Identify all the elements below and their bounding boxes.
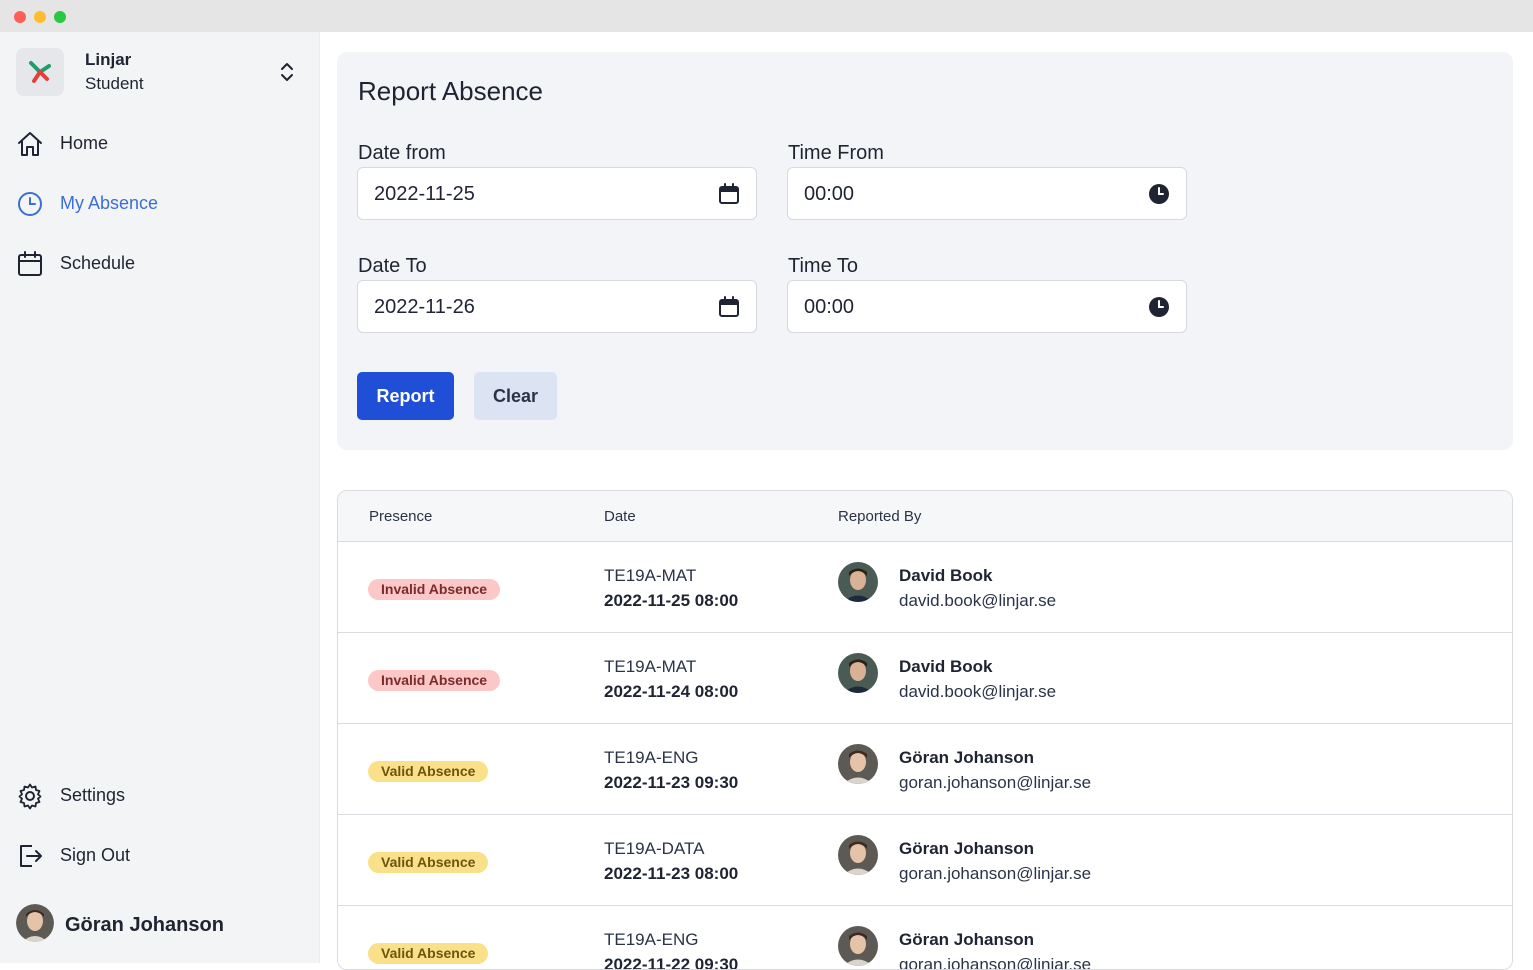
status-badge: Valid Absence: [368, 761, 489, 782]
time-to-value: 00:00: [804, 296, 855, 318]
table-row[interactable]: Invalid Absence TE19A-MAT 2022-11-25 08:…: [338, 542, 1512, 633]
reporter-name: David Book: [899, 566, 993, 585]
time-from-field[interactable]: 00:00: [787, 167, 1187, 220]
clock-icon[interactable]: [1148, 183, 1170, 205]
absence-datetime: 2022-11-23 08:00: [604, 864, 739, 883]
sign-out-icon: [20, 845, 42, 867]
clear-button[interactable]: Clear: [474, 372, 557, 420]
org-name: Linjar: [85, 50, 132, 69]
window-titlebar: [0, 0, 1533, 32]
table-row[interactable]: Invalid Absence TE19A-MAT 2022-11-24 08:…: [338, 633, 1512, 724]
nav-item-home[interactable]: Home: [16, 126, 306, 162]
reporter-name: Göran Johanson: [899, 930, 1035, 949]
course-code: TE19A-ENG: [604, 930, 699, 949]
nav-item-schedule[interactable]: Schedule: [16, 246, 306, 282]
org-logo: [16, 48, 64, 96]
course-code: TE19A-ENG: [604, 748, 699, 767]
maximize-window-button[interactable]: [54, 11, 66, 23]
avatar: [838, 926, 878, 966]
date-from-field[interactable]: 2022-11-25: [357, 167, 757, 220]
calendar-icon[interactable]: [718, 296, 740, 318]
date-to-value: 2022-11-26: [374, 296, 475, 318]
time-from-label: Time From: [788, 142, 884, 164]
table-header: Presence Date Reported By: [338, 491, 1512, 542]
absence-table: Presence Date Reported By Invalid Absenc…: [337, 490, 1513, 970]
status-badge: Valid Absence: [368, 852, 489, 873]
column-header-reported-by[interactable]: Reported By: [838, 508, 921, 525]
status-badge: Invalid Absence: [368, 579, 501, 600]
status-badge: Valid Absence: [368, 943, 489, 964]
reporter-name: Göran Johanson: [899, 748, 1035, 767]
avatar: [838, 562, 878, 602]
org-switcher[interactable]: Linjar Student: [16, 48, 306, 96]
nav-item-sign-out[interactable]: Sign Out: [16, 838, 306, 874]
avatar: [16, 904, 54, 942]
status-badge: Invalid Absence: [368, 670, 501, 691]
absence-datetime: 2022-11-23 09:30: [604, 773, 739, 792]
nav-item-label: My Absence: [60, 193, 159, 213]
minimize-window-button[interactable]: [34, 11, 46, 23]
nav-item-label: Sign Out: [60, 845, 131, 865]
course-code: TE19A-MAT: [604, 657, 697, 676]
user-name: Göran Johanson: [65, 914, 224, 936]
course-code: TE19A-MAT: [604, 566, 697, 585]
table-row[interactable]: Valid Absence TE19A-ENG 2022-11-22 09:30…: [338, 906, 1512, 969]
nav-item-label: Home: [60, 133, 109, 153]
avatar: [838, 653, 878, 693]
column-header-date[interactable]: Date: [604, 508, 636, 525]
time-to-label: Time To: [788, 255, 859, 277]
linjar-logo-icon: [29, 61, 51, 83]
avatar: [838, 744, 878, 784]
report-button[interactable]: Report: [357, 372, 454, 420]
nav-item-settings[interactable]: Settings: [16, 778, 306, 814]
absence-datetime: 2022-11-24 08:00: [604, 682, 739, 701]
current-user[interactable]: Göran Johanson: [16, 904, 306, 946]
report-absence-form: Report Absence Date from 2022-11-25 Time…: [337, 52, 1513, 450]
reporter-name: Göran Johanson: [899, 839, 1035, 858]
reporter-email: david.book@linjar.se: [899, 591, 1057, 610]
course-code: TE19A-DATA: [604, 839, 705, 858]
nav-item-label: Settings: [60, 785, 126, 805]
nav-item-label: Schedule: [60, 253, 136, 273]
reporter-name: David Book: [899, 657, 993, 676]
date-from-value: 2022-11-25: [374, 183, 475, 205]
table-row[interactable]: Valid Absence TE19A-ENG 2022-11-23 09:30…: [338, 724, 1512, 815]
clock-icon[interactable]: [1148, 296, 1170, 318]
avatar: [838, 835, 878, 875]
reporter-email: goran.johanson@linjar.se: [899, 864, 1092, 883]
table-row[interactable]: Valid Absence TE19A-DATA 2022-11-23 08:0…: [338, 815, 1512, 906]
time-from-value: 00:00: [804, 183, 855, 205]
calendar-icon: [18, 251, 42, 276]
column-header-presence[interactable]: Presence: [369, 508, 432, 525]
reporter-email: david.book@linjar.se: [899, 682, 1057, 701]
nav-item-my-absence[interactable]: My Absence: [16, 186, 306, 222]
chevron-up-down-icon[interactable]: [276, 60, 298, 84]
sidebar: Linjar Student Home My Absence Schedule: [0, 32, 320, 963]
org-role: Student: [85, 74, 144, 93]
close-window-button[interactable]: [14, 11, 26, 23]
date-from-label: Date from: [358, 142, 446, 164]
time-to-field[interactable]: 00:00: [787, 280, 1187, 333]
absence-datetime: 2022-11-25 08:00: [604, 591, 739, 610]
gear-icon: [18, 783, 42, 810]
date-to-field[interactable]: 2022-11-26: [357, 280, 757, 333]
clock-icon: [18, 192, 42, 216]
calendar-icon[interactable]: [718, 183, 740, 205]
page-title: Report Absence: [358, 76, 544, 106]
reporter-email: goran.johanson@linjar.se: [899, 773, 1092, 792]
home-icon: [18, 132, 42, 156]
date-to-label: Date To: [358, 255, 427, 277]
